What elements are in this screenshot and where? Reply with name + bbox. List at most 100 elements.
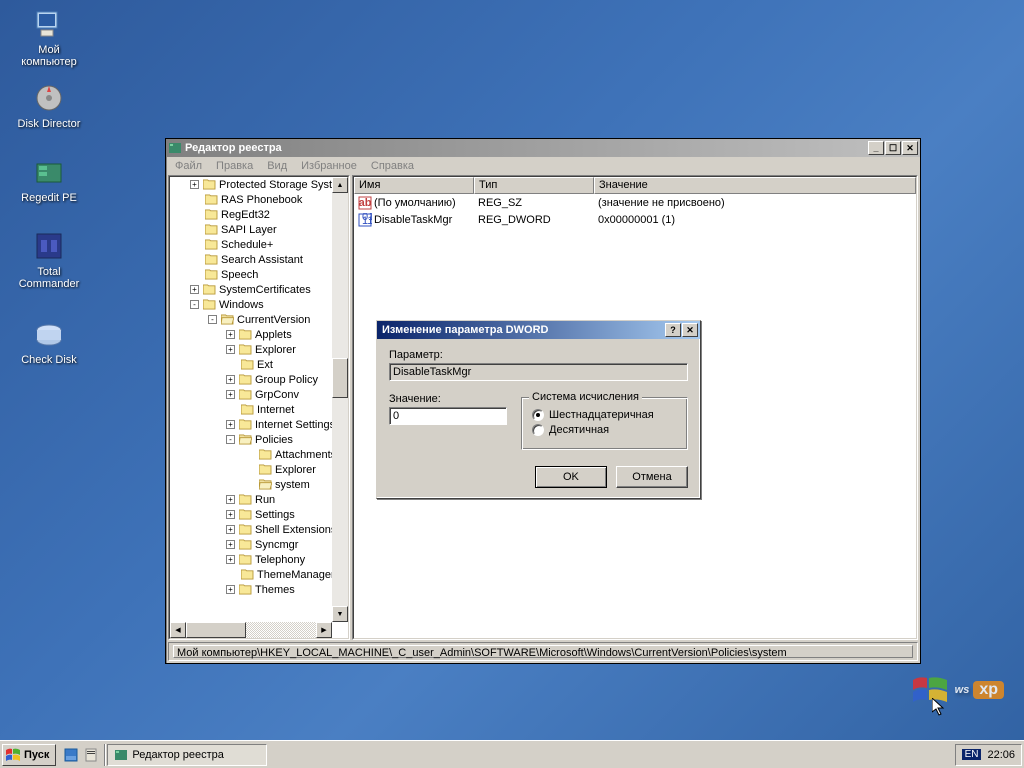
expand-toggle[interactable]: - <box>190 300 199 309</box>
start-button[interactable]: Пуск <box>2 744 56 766</box>
tree-node[interactable]: +GrpConv <box>170 387 348 402</box>
tree-node[interactable]: +Telephony <box>170 552 348 567</box>
value-row[interactable]: 011110DisableTaskMgrREG_DWORD0x00000001 … <box>354 211 916 228</box>
tree-node[interactable]: + SystemCertificates <box>170 282 348 297</box>
value-row[interactable]: ab(По умолчанию)REG_SZ(значение не присв… <box>354 194 916 211</box>
menu-file[interactable]: Файл <box>168 158 209 174</box>
registry-tree[interactable]: +Protected Storage SystemRAS PhonebookRe… <box>170 177 348 622</box>
tree-node[interactable]: Speech <box>170 267 348 282</box>
radio-hex[interactable]: Шестнадцатеричная <box>532 409 677 421</box>
col-value[interactable]: Значение <box>594 177 916 194</box>
radio-dec-label: Десятичная <box>549 424 609 436</box>
radio-hex-input[interactable] <box>532 409 544 421</box>
tree-node[interactable]: RAS Phonebook <box>170 192 348 207</box>
expand-toggle[interactable]: + <box>226 375 235 384</box>
minimize-button[interactable]: _ <box>868 141 884 155</box>
value-label: Значение: <box>389 393 507 405</box>
tree-node[interactable]: ThemeManager <box>170 567 348 582</box>
tree-hscrollbar[interactable]: ◀ ▶ <box>170 622 332 638</box>
tree-node[interactable]: +Internet Settings <box>170 417 348 432</box>
ql-show-desktop[interactable] <box>62 746 80 764</box>
expand-toggle[interactable]: + <box>226 330 235 339</box>
scroll-right-button[interactable]: ▶ <box>316 622 332 638</box>
expand-toggle[interactable]: + <box>226 420 235 429</box>
folder-icon <box>220 314 234 326</box>
col-type[interactable]: Тип <box>474 177 594 194</box>
expand-toggle[interactable]: - <box>226 435 235 444</box>
tree-node[interactable]: +Shell Extensions <box>170 522 348 537</box>
tree-node[interactable]: Schedule+ <box>170 237 348 252</box>
dialog-titlebar[interactable]: Изменение параметра DWORD ? ✕ <box>377 321 700 339</box>
scroll-thumb[interactable] <box>332 358 348 398</box>
clock[interactable]: 22:06 <box>987 749 1015 761</box>
scroll-down-button[interactable]: ▼ <box>332 606 348 622</box>
folder-icon <box>238 584 252 596</box>
folder-icon <box>258 464 272 476</box>
cancel-button[interactable]: Отмена <box>616 466 688 488</box>
tree-node[interactable]: +Themes <box>170 582 348 597</box>
tree-node[interactable]: system <box>170 477 348 492</box>
menu-view[interactable]: Вид <box>260 158 294 174</box>
expand-toggle[interactable]: + <box>226 390 235 399</box>
tree-node[interactable]: RegEdt32 <box>170 207 348 222</box>
radio-dec-input[interactable] <box>532 424 544 436</box>
tree-vscrollbar[interactable]: ▲ ▼ <box>332 177 348 622</box>
expand-toggle[interactable]: + <box>226 585 235 594</box>
expand-toggle[interactable]: + <box>226 495 235 504</box>
desktop-icon-regedit-pe[interactable]: Regedit PE <box>12 156 86 204</box>
tree-node[interactable]: +Syncmgr <box>170 537 348 552</box>
scroll-left-button[interactable]: ◀ <box>170 622 186 638</box>
desktop-icon-check-disk[interactable]: Check Disk <box>12 318 86 366</box>
list-body[interactable]: ab(По умолчанию)REG_SZ(значение не присв… <box>354 194 916 228</box>
expand-toggle[interactable]: + <box>190 285 199 294</box>
tree-node[interactable]: SAPI Layer <box>170 222 348 237</box>
tree-node[interactable]: +Applets <box>170 327 348 342</box>
tree-label: SystemCertificates <box>219 284 311 296</box>
scroll-up-button[interactable]: ▲ <box>332 177 348 193</box>
tree-node[interactable]: + Run <box>170 492 348 507</box>
value-input[interactable] <box>389 407 507 425</box>
menu-favorites[interactable]: Избранное <box>294 158 364 174</box>
ok-button[interactable]: OK <box>535 466 607 488</box>
tree-node[interactable]: Attachments <box>170 447 348 462</box>
tree-node[interactable]: Explorer <box>170 462 348 477</box>
regedit-app-icon <box>168 141 182 155</box>
tree-node[interactable]: -CurrentVersion <box>170 312 348 327</box>
expand-toggle[interactable]: + <box>226 555 235 564</box>
expand-toggle[interactable]: - <box>208 315 217 324</box>
col-name[interactable]: Имя <box>354 177 474 194</box>
tree-node[interactable]: +Group Policy <box>170 372 348 387</box>
tree-label: Run <box>255 494 275 506</box>
regedit-titlebar[interactable]: Редактор реестра _ ☐ ✕ <box>166 139 920 157</box>
desktop-icon-my-computer[interactable]: Мойкомпьютер <box>12 8 86 68</box>
radio-dec[interactable]: Десятичная <box>532 424 677 436</box>
tree-node[interactable]: +Explorer <box>170 342 348 357</box>
tree-node[interactable]: -Windows <box>170 297 348 312</box>
menu-edit[interactable]: Правка <box>209 158 260 174</box>
desktop-icon-total-commander[interactable]: TotalCommander <box>12 230 86 290</box>
tree-node[interactable]: -Policies <box>170 432 348 447</box>
maximize-button[interactable]: ☐ <box>885 141 901 155</box>
dialog-close-button[interactable]: ✕ <box>682 323 698 337</box>
menu-help[interactable]: Справка <box>364 158 421 174</box>
tree-label: Explorer <box>275 464 316 476</box>
tree-node[interactable]: Ext <box>170 357 348 372</box>
expand-toggle[interactable]: + <box>226 345 235 354</box>
close-button[interactable]: ✕ <box>902 141 918 155</box>
folder-icon <box>204 239 218 251</box>
expand-toggle[interactable]: + <box>226 540 235 549</box>
desktop-icon-disk-director[interactable]: Disk Director <box>12 82 86 130</box>
expand-toggle[interactable]: + <box>226 525 235 534</box>
tree-node[interactable]: +Protected Storage System <box>170 177 348 192</box>
taskbar-task-regedit[interactable]: Редактор реестра <box>107 744 267 766</box>
tree-node[interactable]: Internet <box>170 402 348 417</box>
expand-toggle[interactable]: + <box>226 510 235 519</box>
tree-node[interactable]: Search Assistant <box>170 252 348 267</box>
tree-label: Speech <box>221 269 258 281</box>
ql-item-2[interactable] <box>82 746 100 764</box>
language-indicator[interactable]: EN <box>962 749 982 760</box>
scroll-thumb[interactable] <box>186 622 246 638</box>
help-button[interactable]: ? <box>665 323 681 337</box>
tree-node[interactable]: +Settings <box>170 507 348 522</box>
expand-toggle[interactable]: + <box>190 180 199 189</box>
